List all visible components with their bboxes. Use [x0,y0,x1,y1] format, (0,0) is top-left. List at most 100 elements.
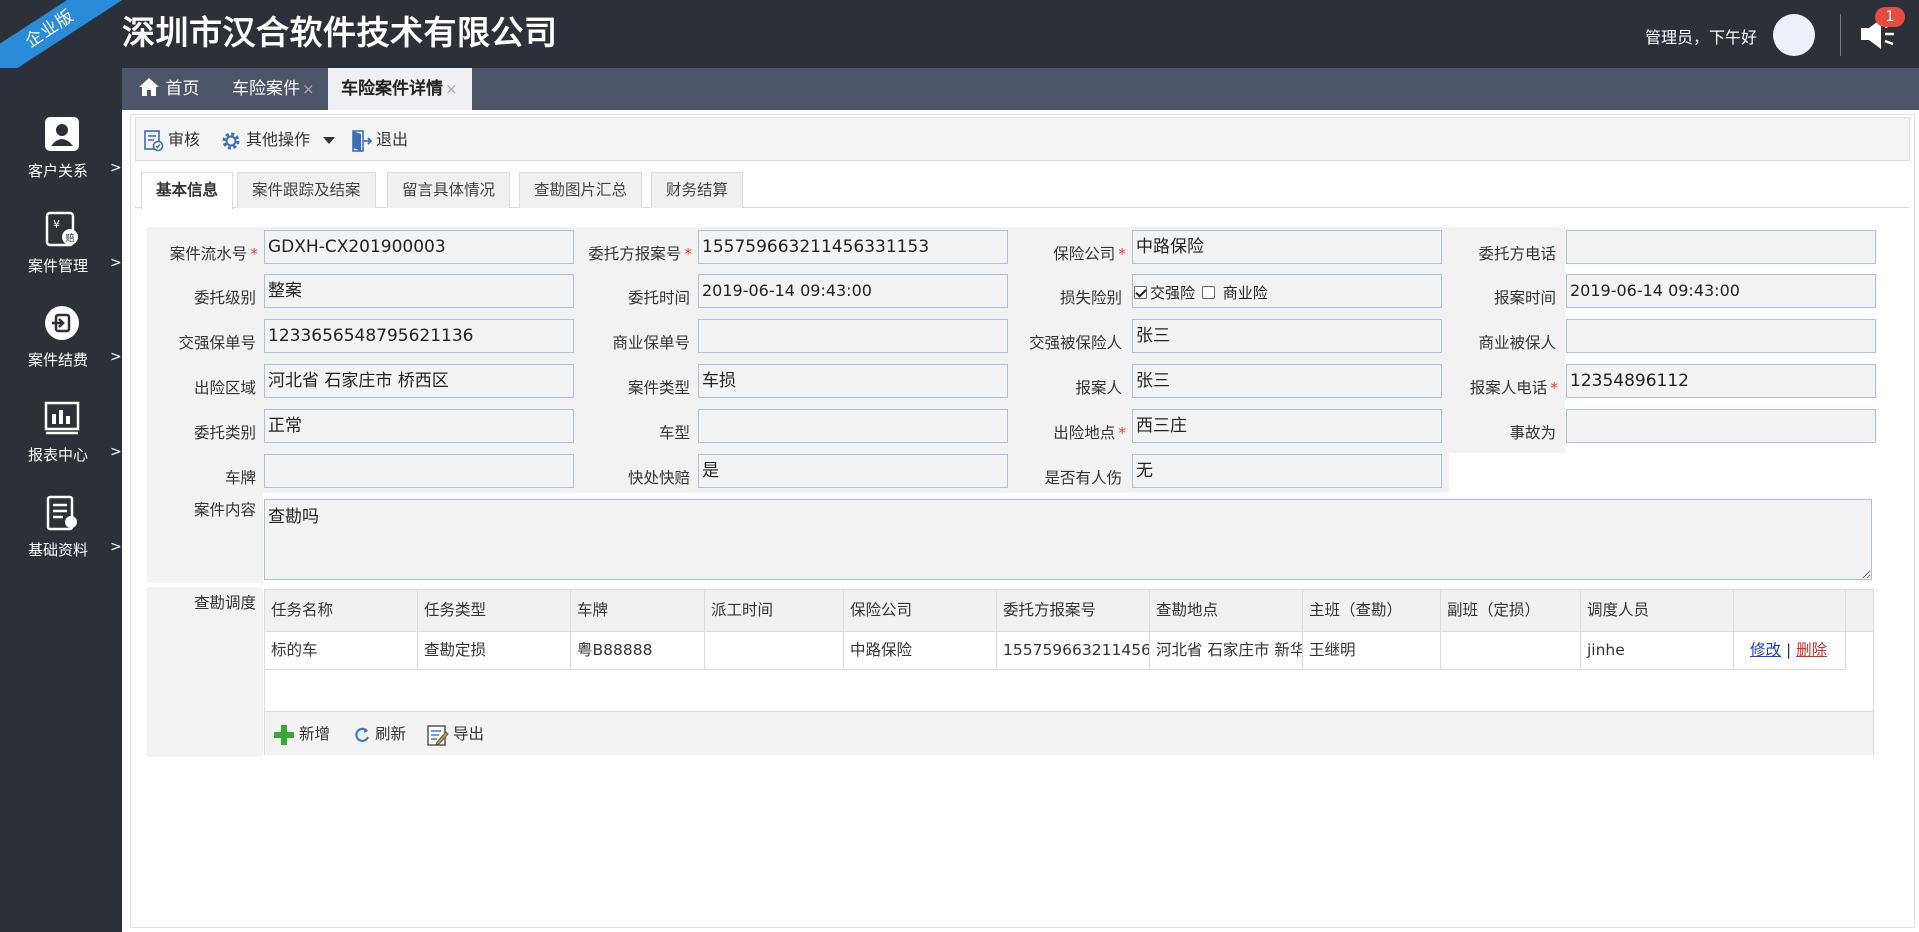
close-icon[interactable]: × [445,80,458,98]
column-header[interactable]: 查勘地点 [1150,590,1303,631]
case-type-field[interactable]: 车损 [698,364,1008,398]
table-row[interactable]: 标的车 查勘定损 粤B88888 中路保险 155759663211456331… [265,632,1846,670]
add-button[interactable]: 新增 [273,712,330,756]
caret-down-icon [323,136,336,144]
grid-toolbar: 新增 刷新 导出 [265,711,1873,755]
commercial-policy-field[interactable] [698,319,1008,353]
label-accident-cause: 事故为 [1509,424,1556,442]
compulsory-insured-field[interactable]: 张三 [1132,319,1442,353]
column-header[interactable]: 派工时间 [705,590,844,631]
case-icon: ¥ 赔 [45,211,78,247]
tab-label: 车险案件详情 [341,79,443,99]
label-quick-handle: 快处快赔 [627,469,690,487]
column-header[interactable]: 调度人员 [1581,590,1734,631]
edit-link[interactable]: 修改 [1750,641,1781,659]
cell-dispatch-time [705,632,844,669]
column-header[interactable]: 任务类型 [418,590,571,631]
svg-text:赔: 赔 [66,232,75,244]
user-avatar[interactable] [1773,14,1815,56]
tab-vehicle-cases[interactable]: 车险案件 × [232,68,342,110]
exit-button[interactable]: 退出 [352,118,408,162]
audit-label: 审核 [168,130,201,149]
more-actions-dropdown[interactable]: 其他操作 [220,118,339,162]
label-commercial-policy: 商业保单号 [612,334,690,352]
tab-messages[interactable]: 留言具体情况 [387,172,511,208]
cell-task-type: 查勘定损 [418,632,571,669]
sidebar-item-case[interactable]: ¥ 赔 案件管理 > [0,211,122,299]
column-header[interactable]: 任务名称 [265,590,418,631]
tab-finance[interactable]: 财务结算 [651,172,744,208]
tab-survey-photos[interactable]: 查勘图片汇总 [519,172,643,208]
close-icon[interactable]: × [302,80,315,98]
label-accident-place: 出险地点 * [1053,424,1126,442]
column-header[interactable]: 车牌 [571,590,705,631]
entrust-level-field[interactable]: 整案 [264,274,574,308]
tab-home[interactable]: 首页 [138,68,208,110]
label-serial-no: 案件流水号 * [169,245,258,263]
insurer-field[interactable]: 中路保险 [1132,230,1442,264]
sidebar-item-label: 案件结费 [28,351,89,369]
audit-button[interactable]: 审核 [144,118,200,162]
accident-place-field[interactable]: 西三庄 [1132,409,1442,443]
plate-field[interactable] [264,454,574,488]
tab-case-tracking[interactable]: 案件跟踪及结案 [237,172,376,208]
column-header[interactable]: 副班（定损） [1441,590,1581,631]
sidebar: 客户关系 > ¥ 赔 案件管理 > 案件结费 > 报表中心 > 基础资料 > [0,68,122,932]
label-report-time: 报案时间 [1493,289,1556,307]
client-phone-field[interactable] [1566,230,1876,264]
label-survey-dispatch: 查勘调度 [193,594,256,612]
compulsory-policy-field[interactable]: 1233656548795621136 [264,319,574,353]
grid-header: 任务名称 任务类型 车牌 派工时间 保险公司 委托方报案号 查勘地点 主班（查勘… [265,590,1873,632]
loss-option-compulsory[interactable]: 交强险 [1134,282,1195,303]
client-report-no-field[interactable]: 155759663211456331153 [698,230,1008,264]
column-header[interactable]: 主班（查勘） [1303,590,1441,631]
serial-no-field[interactable]: GDXH-CX201900003 [264,230,574,264]
sidebar-item-report[interactable]: 报表中心 > [0,400,122,488]
user-greeting: 管理员，下午好 [1645,28,1758,47]
refresh-button[interactable]: 刷新 [353,712,406,756]
column-header[interactable]: 委托方报案号 [997,590,1150,631]
export-label: 导出 [453,725,485,743]
label-insurer: 保险公司 * [1053,245,1126,263]
sidebar-item-basic-data[interactable]: 基础资料 > [0,495,122,583]
export-button[interactable]: 导出 [427,712,484,756]
chevron-right-icon: > [110,444,122,460]
car-model-field[interactable] [698,409,1008,443]
sidebar-item-label: 客户关系 [28,162,89,180]
cell-survey-location: 河北省 石家庄市 新华区 [1150,632,1303,669]
reporter-field[interactable]: 张三 [1132,364,1442,398]
label-accident-region: 出险区域 [193,379,256,397]
sidebar-item-customer[interactable]: 客户关系 > [0,116,122,204]
tab-bar: 首页 车险案件 × 车险案件详情 × [122,68,1919,110]
accident-cause-field[interactable] [1566,409,1876,443]
checkbox-unchecked-icon[interactable] [1202,286,1215,299]
commercial-insured-field[interactable] [1566,319,1876,353]
cell-deputy-shift [1441,632,1581,669]
case-content-textarea[interactable]: 查勘吗 [264,499,1872,580]
report-icon [44,401,80,435]
loss-option-commercial[interactable]: 商业险 [1202,282,1268,303]
entrust-time-field[interactable]: 2019-06-14 09:43:00 [698,274,1008,308]
checkbox-checked-icon[interactable] [1134,286,1147,299]
entrust-category-field[interactable]: 正常 [264,409,574,443]
notification-badge[interactable]: 1 [1875,7,1905,27]
delete-link[interactable]: 删除 [1796,641,1827,659]
document-icon [46,495,77,531]
label-injury: 是否有人伤 [1044,469,1122,487]
tab-vehicle-case-detail[interactable]: 车险案件详情 × [328,68,472,110]
accident-region-field[interactable]: 河北省 石家庄市 桥西区 [264,364,574,398]
column-header[interactable]: 保险公司 [844,590,997,631]
cell-actions: 修改 | 删除 [1734,632,1846,669]
plus-icon [274,724,294,745]
injury-field[interactable]: 无 [1132,454,1442,488]
top-header: 企业版 深圳市汉合软件技术有限公司 管理员，下午好 1 [0,0,1919,68]
label-plate: 车牌 [224,469,256,487]
reporter-phone-field[interactable]: 12354896112 [1566,364,1876,398]
label-reporter-phone: 报案人电话 * [1469,379,1558,397]
report-time-field[interactable]: 2019-06-14 09:43:00 [1566,274,1876,308]
quick-handle-field[interactable]: 是 [698,454,1008,488]
chevron-right-icon: > [110,539,122,555]
sidebar-item-settlement[interactable]: 案件结费 > [0,305,122,393]
tab-basic-info[interactable]: 基本信息 [141,172,234,209]
label-reporter: 报案人 [1075,379,1122,397]
